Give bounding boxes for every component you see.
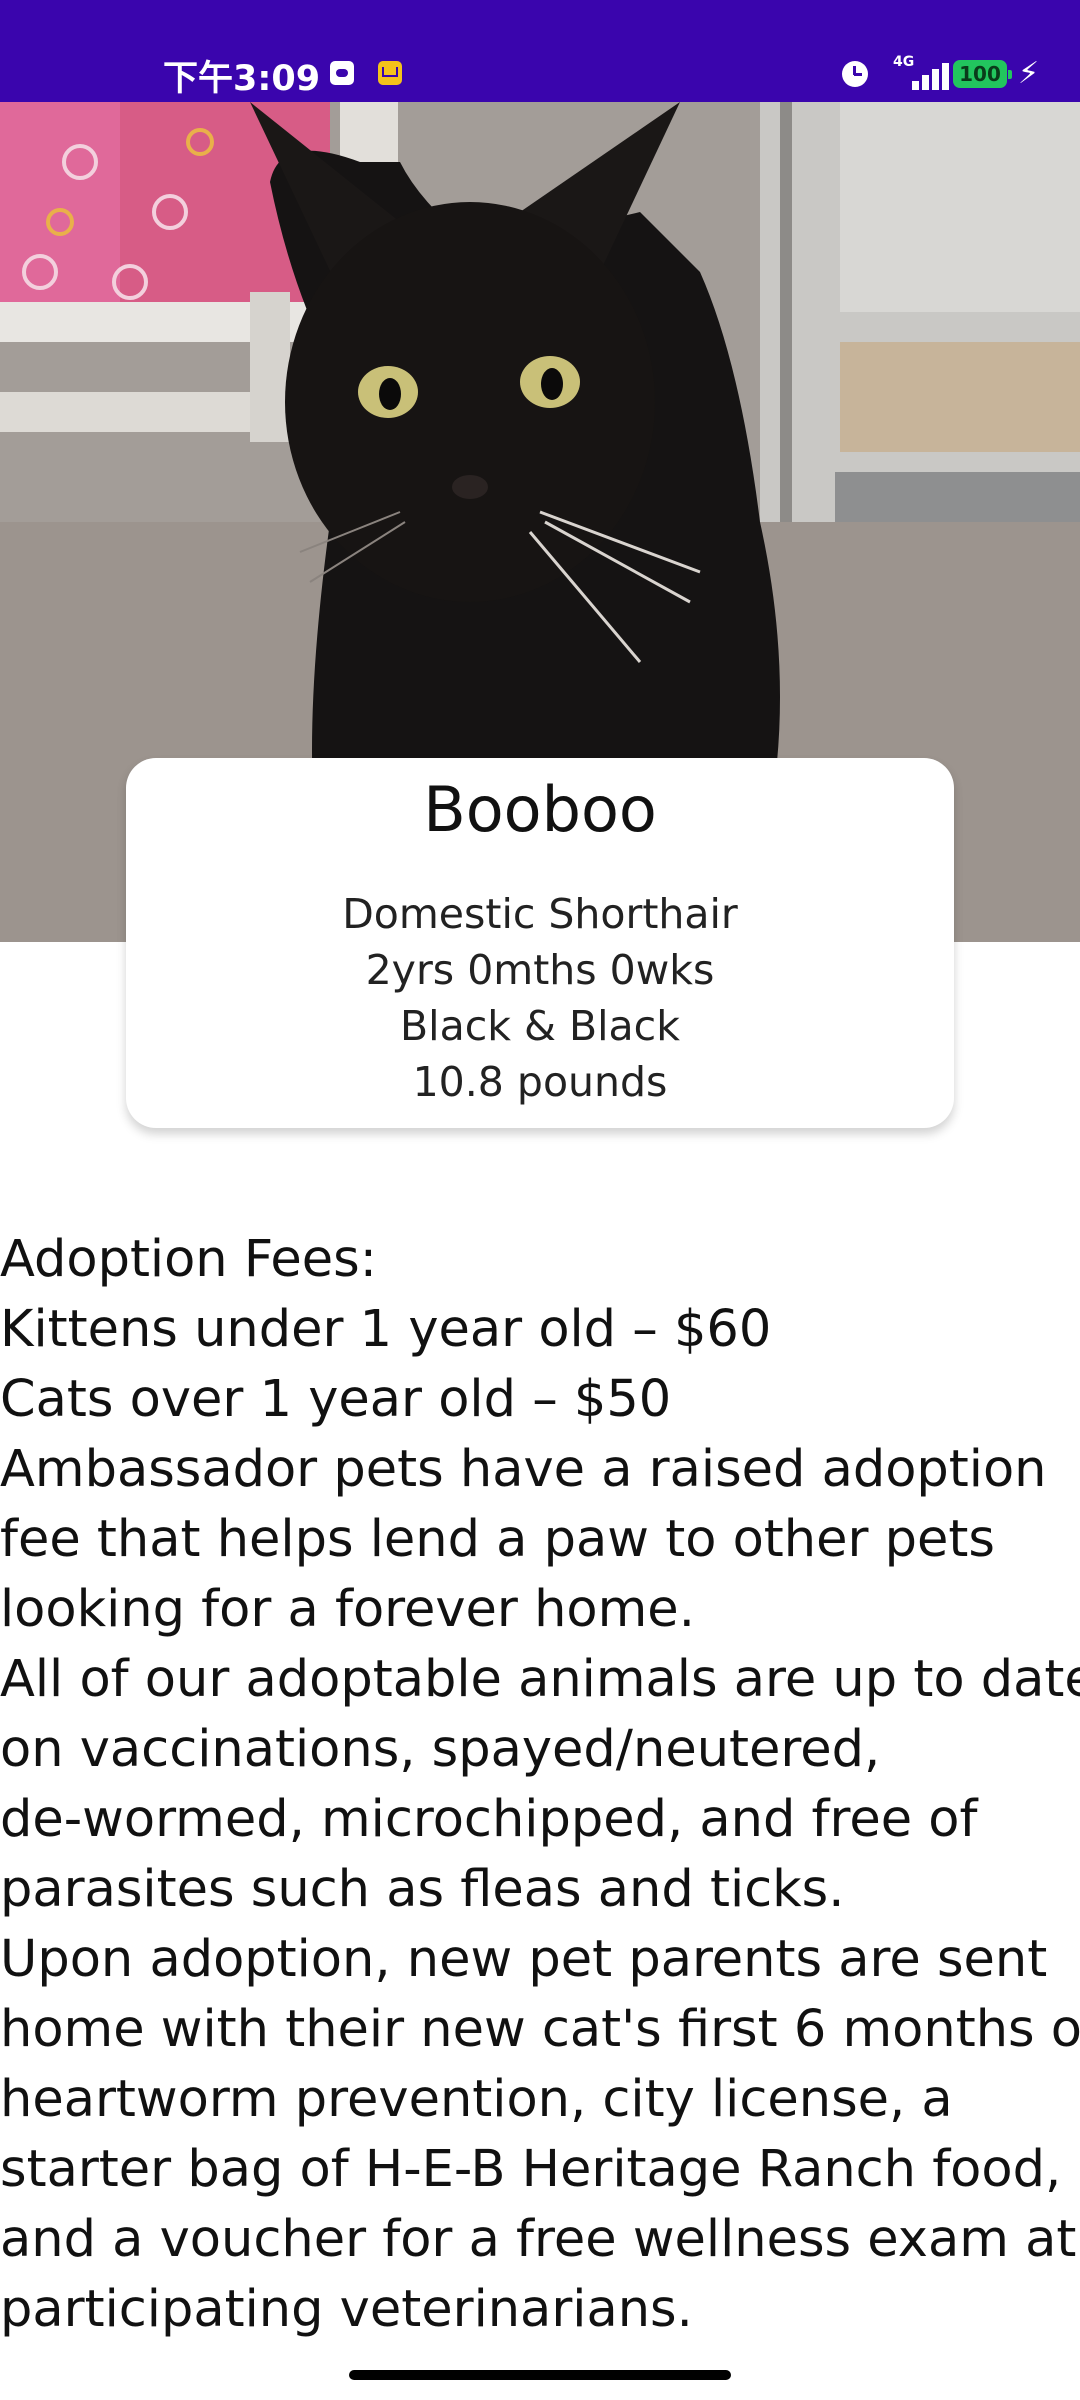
notification-mail-icon: [378, 61, 402, 85]
description-line: Upon adoption, new pet parents are sent: [0, 1930, 1048, 1989]
status-time: 下午3:09: [163, 59, 321, 99]
pet-details: Domestic Shorthair 2yrs 0mths 0wks Black…: [126, 886, 954, 1110]
description-line: on vaccinations, spayed/neutered,: [0, 1720, 881, 1779]
alarm-clock-icon: [842, 61, 868, 87]
battery-icon: 100: [953, 60, 1012, 88]
description-line: fee that helps lend a paw to other pets: [0, 1510, 995, 1569]
notification-app-icon: [330, 61, 354, 85]
description-line: heartworm prevention, city license, a: [0, 2070, 953, 2129]
description-line: and a voucher for a free wellness exam a…: [0, 2210, 1077, 2269]
pet-breed: Domestic Shorthair: [342, 890, 738, 938]
pet-info-card: Booboo Domestic Shorthair 2yrs 0mths 0wk…: [126, 758, 954, 1128]
pet-color: Black & Black: [400, 1002, 680, 1050]
description-line: Cats over 1 year old – $50: [0, 1370, 672, 1429]
pet-age: 2yrs 0mths 0wks: [365, 946, 715, 994]
description-line: home with their new cat's first 6 months…: [0, 2000, 1080, 2059]
home-indicator[interactable]: [349, 2370, 731, 2380]
description-line: de-wormed, microchipped, and free of: [0, 1790, 978, 1849]
pet-weight: 10.8 pounds: [412, 1058, 668, 1106]
status-bar: 下午3:09 4G 100 ⚡: [0, 0, 1080, 102]
description-line: All of our adoptable animals are up to d…: [0, 1650, 1080, 1709]
description-line: Ambassador pets have a raised adoption: [0, 1440, 1047, 1499]
description-line: parasites such as fleas and ticks.: [0, 1860, 845, 1919]
description-line: Adoption Fees:: [0, 1230, 377, 1289]
adoption-description: Adoption Fees: Kittens under 1 year old …: [0, 1225, 1080, 2345]
description-line: participating veterinarians.: [0, 2280, 693, 2339]
pet-name: Booboo: [423, 773, 657, 846]
charging-icon: ⚡: [1018, 56, 1040, 91]
description-line: looking for a forever home.: [0, 1580, 695, 1639]
description-line: starter bag of H-E-B Heritage Ranch food…: [0, 2140, 1062, 2199]
description-line: Kittens under 1 year old – $60: [0, 1300, 772, 1359]
